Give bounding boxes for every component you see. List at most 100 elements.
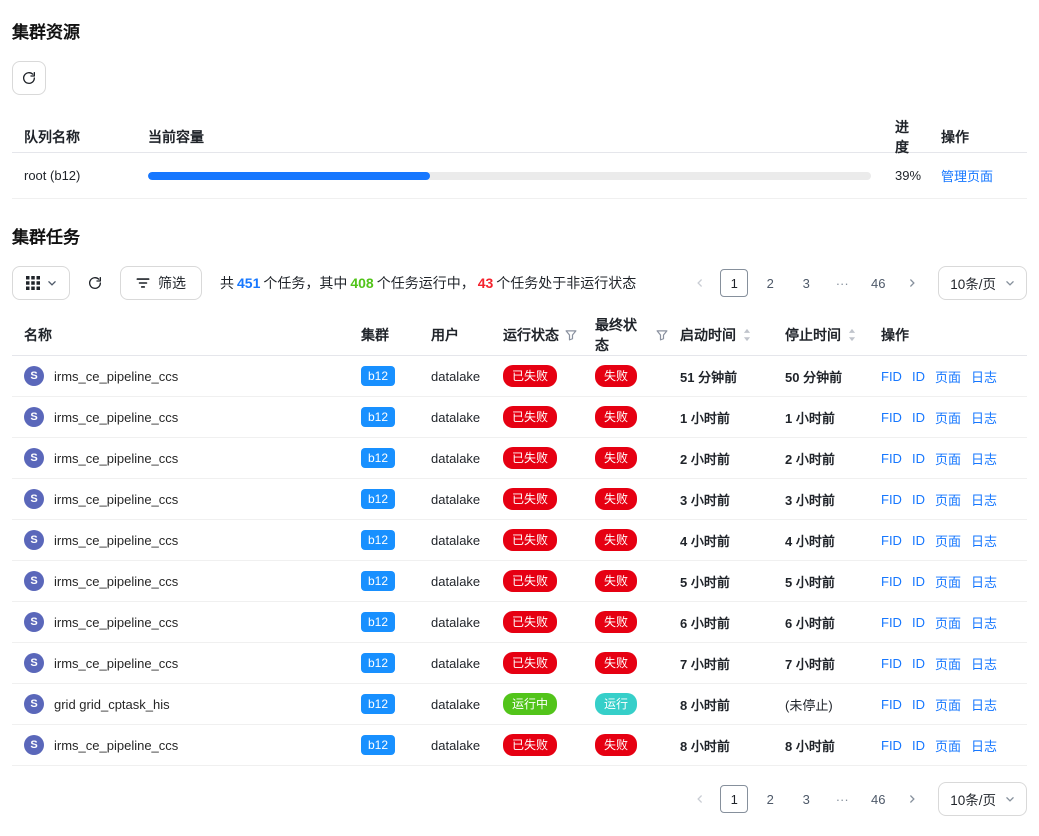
action-log-link[interactable]: 日志 (971, 449, 997, 468)
table-row: S irms_ce_pipeline_ccs b12 datalake 已失败 … (12, 438, 1027, 479)
pagination-page-1[interactable]: 1 (720, 269, 748, 297)
resources-refresh-button[interactable] (12, 61, 46, 95)
run-status-badge: 已失败 (503, 529, 557, 551)
action-id-link[interactable]: ID (912, 492, 925, 507)
manage-page-link[interactable]: 管理页面 (941, 169, 993, 184)
resources-table-header: 队列名称 当前容量 进度 操作 (12, 117, 1027, 153)
action-fid-link[interactable]: FID (881, 410, 902, 425)
action-page-link[interactable]: 页面 (935, 490, 961, 509)
row-actions: FID ID 页面日志 (869, 490, 1027, 509)
grid-icon (26, 276, 40, 290)
cluster-dashboard-page: 集群资源 队列名称 当前容量 进度 操作 root (b12) 39% (0, 0, 1039, 836)
stop-time: (未停止) (773, 695, 869, 714)
action-log-link[interactable]: 日志 (971, 572, 997, 591)
pagination: 123 ··· 46 (688, 269, 924, 297)
action-page-link[interactable]: 页面 (935, 408, 961, 427)
page-size-select[interactable]: 10条/页 (938, 266, 1027, 300)
action-fid-link[interactable]: FID (881, 697, 902, 712)
action-fid-link[interactable]: FID (881, 615, 902, 630)
action-page-link[interactable]: 页面 (935, 367, 961, 386)
cluster-badge: b12 (361, 530, 395, 550)
pagination-page-46[interactable]: 46 (864, 785, 892, 813)
action-id-link[interactable]: ID (912, 533, 925, 548)
start-time: 1 小时前 (668, 408, 773, 427)
stop-time: 1 小时前 (773, 408, 869, 427)
action-page-link[interactable]: 页面 (935, 449, 961, 468)
pagination-page-3[interactable]: 3 (792, 785, 820, 813)
action-log-link[interactable]: 日志 (971, 736, 997, 755)
chevron-down-icon (47, 278, 57, 288)
action-fid-link[interactable]: FID (881, 492, 902, 507)
column-settings-dropdown-button[interactable] (12, 266, 70, 300)
row-actions: FID ID 页面日志 (869, 367, 1027, 386)
action-fid-link[interactable]: FID (881, 451, 902, 466)
table-row: S irms_ce_pipeline_ccs b12 datalake 已失败 … (12, 520, 1027, 561)
spark-avatar-icon: S (24, 489, 44, 509)
filter-button[interactable]: 筛选 (120, 266, 202, 300)
action-id-link[interactable]: ID (912, 697, 925, 712)
action-log-link[interactable]: 日志 (971, 613, 997, 632)
final-status-filter-icon[interactable] (656, 329, 668, 341)
pagination-prev-button[interactable] (688, 785, 712, 813)
col-cluster: 集群 (349, 325, 419, 345)
pagination-page-46[interactable]: 46 (864, 269, 892, 297)
action-id-link[interactable]: ID (912, 656, 925, 671)
task-user: datalake (419, 697, 491, 712)
action-id-link[interactable]: ID (912, 574, 925, 589)
final-status-badge: 失败 (595, 488, 637, 510)
tasks-refresh-button[interactable] (80, 266, 110, 300)
refresh-icon (87, 275, 103, 291)
run-status-filter-icon[interactable] (565, 329, 577, 341)
action-page-link[interactable]: 页面 (935, 654, 961, 673)
stop-time: 3 小时前 (773, 490, 869, 509)
pagination-next-button[interactable] (900, 785, 924, 813)
col-resource-actions: 操作 (929, 127, 1027, 147)
pagination-page-2[interactable]: 2 (756, 785, 784, 813)
pagination-page-3[interactable]: 3 (792, 269, 820, 297)
action-fid-link[interactable]: FID (881, 369, 902, 384)
action-id-link[interactable]: ID (912, 615, 925, 630)
queue-name: root (b12) (12, 168, 136, 183)
action-fid-link[interactable]: FID (881, 656, 902, 671)
tasks-table-header: 名称 集群 用户 运行状态 最终状态 启动时间 (12, 314, 1027, 356)
action-log-link[interactable]: 日志 (971, 408, 997, 427)
pagination-ellipsis: ··· (828, 269, 856, 297)
action-fid-link[interactable]: FID (881, 738, 902, 753)
pagination-next-button[interactable] (900, 269, 924, 297)
action-page-link[interactable]: 页面 (935, 531, 961, 550)
pagination-page-2[interactable]: 2 (756, 269, 784, 297)
task-user: datalake (419, 410, 491, 425)
action-id-link[interactable]: ID (912, 451, 925, 466)
cluster-badge: b12 (361, 653, 395, 673)
pagination-prev-button[interactable] (688, 269, 712, 297)
run-status-badge: 已失败 (503, 652, 557, 674)
action-page-link[interactable]: 页面 (935, 695, 961, 714)
action-log-link[interactable]: 日志 (971, 490, 997, 509)
action-page-link[interactable]: 页面 (935, 572, 961, 591)
action-page-link[interactable]: 页面 (935, 613, 961, 632)
action-id-link[interactable]: ID (912, 410, 925, 425)
action-log-link[interactable]: 日志 (971, 367, 997, 386)
action-log-link[interactable]: 日志 (971, 654, 997, 673)
progress-track (148, 172, 871, 180)
action-log-link[interactable]: 日志 (971, 531, 997, 550)
pagination-page-1[interactable]: 1 (720, 785, 748, 813)
tasks-section-title: 集群任务 (12, 223, 1027, 248)
action-fid-link[interactable]: FID (881, 574, 902, 589)
stop-time-sort-icon[interactable] (847, 328, 857, 342)
final-status-badge: 失败 (595, 570, 637, 592)
start-time: 3 小时前 (668, 490, 773, 509)
cluster-badge: b12 (361, 366, 395, 386)
col-task-actions: 操作 (869, 325, 1027, 345)
action-page-link[interactable]: 页面 (935, 736, 961, 755)
row-actions: FID ID 页面日志 (869, 613, 1027, 632)
action-id-link[interactable]: ID (912, 369, 925, 384)
stop-time: 4 小时前 (773, 531, 869, 550)
task-user: datalake (419, 656, 491, 671)
action-fid-link[interactable]: FID (881, 533, 902, 548)
table-row: S irms_ce_pipeline_ccs b12 datalake 已失败 … (12, 602, 1027, 643)
action-id-link[interactable]: ID (912, 738, 925, 753)
page-size-select[interactable]: 10条/页 (938, 782, 1027, 816)
start-time-sort-icon[interactable] (742, 328, 752, 342)
action-log-link[interactable]: 日志 (971, 695, 997, 714)
